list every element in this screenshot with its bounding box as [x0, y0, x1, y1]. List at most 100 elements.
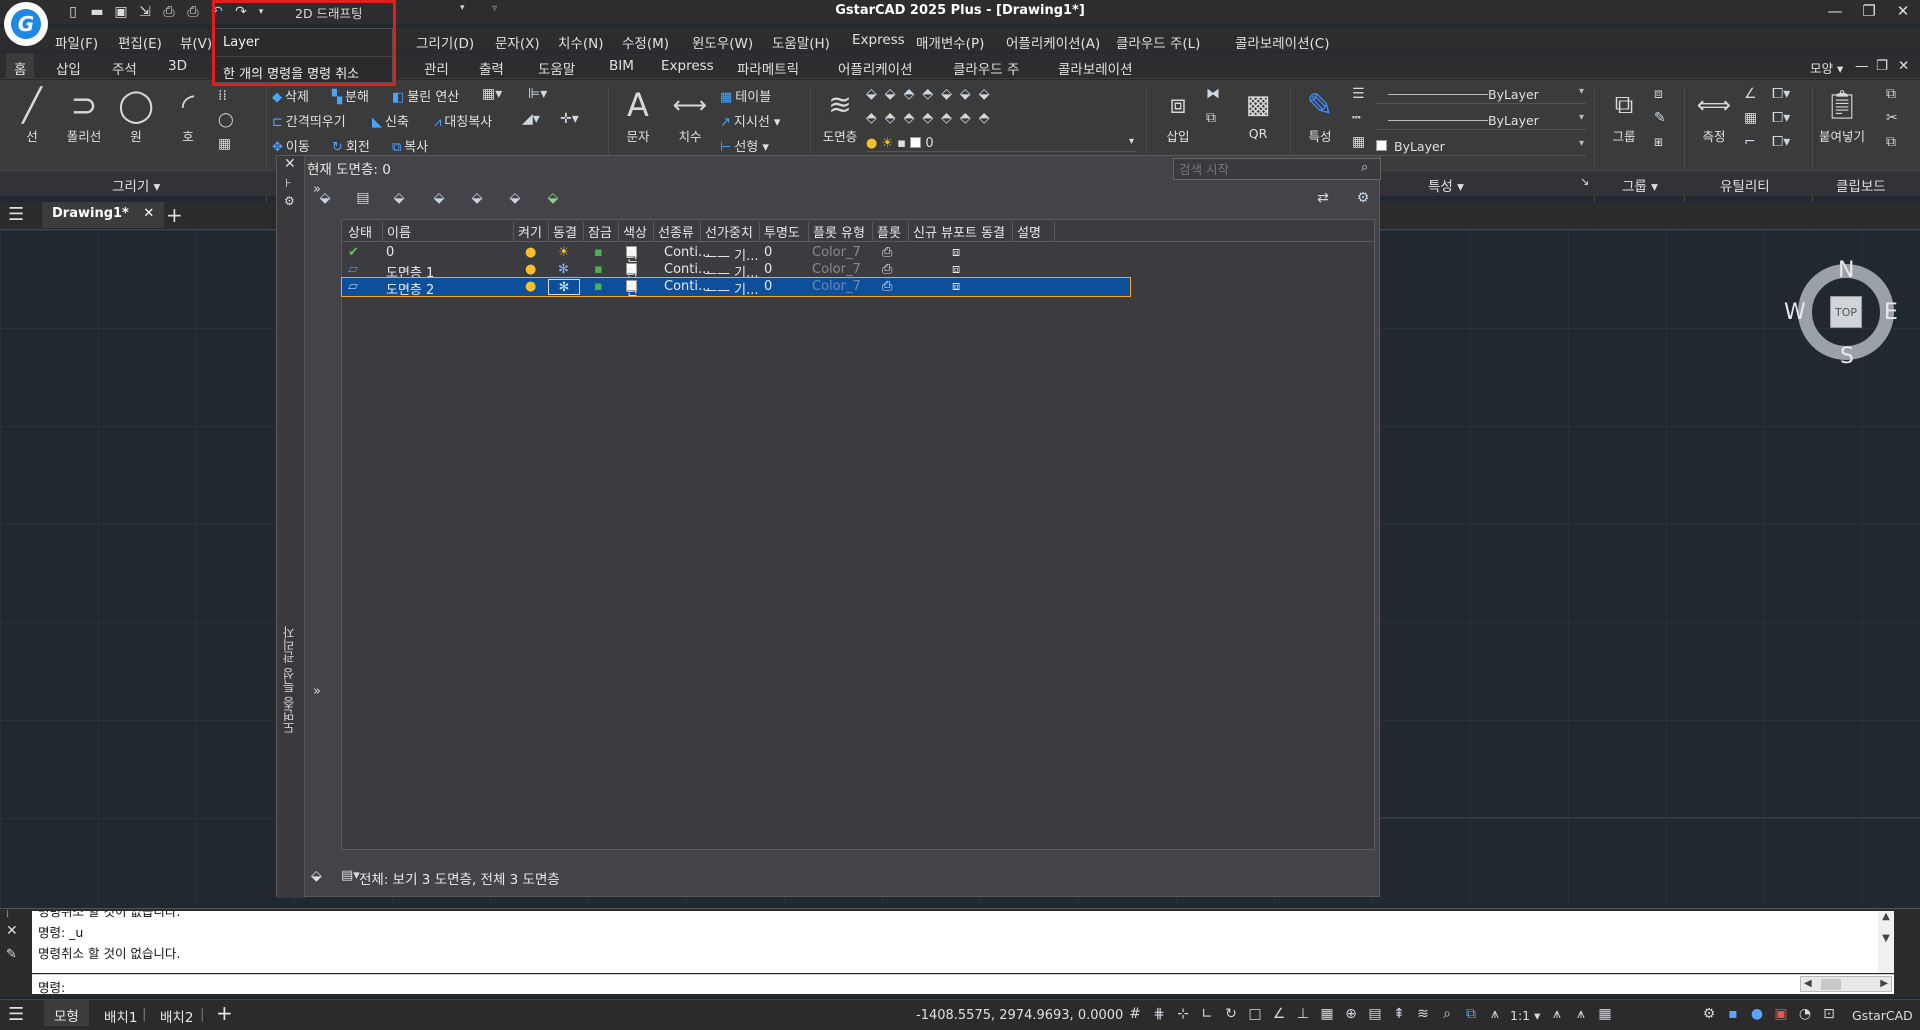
- filter-icon[interactable]: ⧠▾: [1772, 134, 1790, 150]
- filter-list-icon[interactable]: ▤▾: [341, 868, 360, 883]
- unlock-icon[interactable]: ▪: [594, 262, 603, 277]
- linetype-dropdown[interactable]: ByLayer ▾: [1376, 110, 1586, 130]
- annotation-auto-scale-icon[interactable]: ⩚: [1548, 1006, 1566, 1022]
- zoom-icon[interactable]: ⌕: [1438, 1006, 1456, 1022]
- hardware-acceleration-icon[interactable]: ▣: [1772, 1006, 1790, 1022]
- layer-walk-icon[interactable]: ⬙: [979, 86, 990, 102]
- ortho-icon[interactable]: ∟: [1198, 1006, 1216, 1022]
- copy-clip-icon[interactable]: ⧉: [1886, 86, 1896, 102]
- tab-home[interactable]: 홈: [6, 53, 35, 79]
- insert-block-tool[interactable]: ⧈ 삽입: [1152, 84, 1204, 145]
- workspace-icon[interactable]: ⧉: [1462, 1006, 1480, 1022]
- auto-hide-icon[interactable]: ⊦: [285, 176, 291, 190]
- panel-launcher-icon[interactable]: ↘: [1580, 175, 1589, 188]
- color-dropdown[interactable]: ByLayer ▾: [1376, 136, 1586, 156]
- circle-tool[interactable]: ◯ 원: [110, 84, 162, 145]
- col-new-vp-freeze[interactable]: 신규 뷰포트 동결: [908, 222, 1005, 241]
- line-tool[interactable]: ╱ 선: [6, 84, 58, 145]
- tab-help[interactable]: 도움말: [538, 58, 575, 78]
- redo-icon[interactable]: ↷: [232, 3, 250, 21]
- col-plot-style[interactable]: 플롯 유형: [808, 222, 865, 241]
- grid-icon[interactable]: #: [1126, 1006, 1144, 1022]
- tab-layout1[interactable]: 배치1: [104, 1006, 137, 1026]
- quick-select-icon[interactable]: ⧠▾: [1772, 110, 1790, 126]
- save-as-icon[interactable]: ⇲: [136, 3, 154, 21]
- properties-tool[interactable]: ✎ 특성: [1294, 84, 1346, 145]
- menu-window[interactable]: 윈도우(W): [692, 32, 753, 52]
- layer-off-icon[interactable]: ⬙: [885, 86, 896, 102]
- layer-lock-icon[interactable]: ⬙: [941, 86, 952, 102]
- printer-icon[interactable]: ⎙: [882, 279, 892, 294]
- close-command-icon[interactable]: ✕: [6, 923, 18, 939]
- viewcube-top-face[interactable]: TOP: [1830, 296, 1862, 328]
- col-status[interactable]: 상태: [344, 222, 372, 241]
- col-color[interactable]: 색상: [618, 222, 647, 241]
- compass-west[interactable]: W: [1784, 300, 1806, 325]
- annotation-add-icon[interactable]: ⩚: [1572, 1006, 1590, 1022]
- new-group-filter-icon[interactable]: ▤: [353, 190, 373, 208]
- tab-manage[interactable]: 관리: [424, 58, 449, 78]
- vp-freeze-icon[interactable]: ⧈: [952, 245, 960, 260]
- group-select-icon[interactable]: ⧆: [1654, 134, 1663, 150]
- close-icon[interactable]: ✕: [1894, 2, 1912, 20]
- annotation-visibility-icon[interactable]: ⩚: [1486, 1006, 1504, 1022]
- layer-match-icon[interactable]: ⬙: [960, 86, 971, 102]
- compass-north[interactable]: N: [1838, 258, 1854, 283]
- polyline-tool[interactable]: ⊃ 폴리선: [58, 84, 110, 145]
- palette-settings-icon[interactable]: ⚙: [284, 194, 295, 208]
- lock-ui-icon[interactable]: ▪: [1724, 1006, 1742, 1022]
- command-customize-icon[interactable]: ✎: [6, 947, 17, 962]
- linetype-icon[interactable]: ┅: [1352, 110, 1360, 126]
- layer-delete-icon[interactable]: ⬘: [960, 110, 971, 126]
- dynamic-input-icon[interactable]: ▦: [1318, 1006, 1336, 1022]
- qr-tool[interactable]: ▩ QR: [1232, 84, 1284, 141]
- cut-icon[interactable]: ✂: [1886, 110, 1898, 126]
- layer-states-icon[interactable]: ⬙: [311, 868, 322, 884]
- menu-draw[interactable]: 그리기(D): [416, 32, 474, 52]
- layer-name[interactable]: 0: [386, 245, 394, 260]
- layer-transparency[interactable]: 0: [764, 279, 772, 294]
- cloud-sync-icon[interactable]: ⊡: [1820, 1006, 1838, 1022]
- clean-screen-icon[interactable]: ◔: [1796, 1006, 1814, 1022]
- layer-states-manager-icon[interactable]: ⬙: [389, 190, 409, 208]
- tab-cloud[interactable]: 클라우드 주: [953, 58, 1019, 78]
- app-logo[interactable]: G: [4, 2, 48, 46]
- tab-3d[interactable]: 3D: [168, 58, 187, 74]
- restore-icon[interactable]: ❐: [1860, 2, 1878, 20]
- panel-draw-title[interactable]: 그리기 ▾: [112, 175, 160, 195]
- ungroup-icon[interactable]: ⧈: [1654, 86, 1663, 102]
- selection-cycling-icon[interactable]: ▤: [1366, 1006, 1384, 1022]
- tab-output[interactable]: 출력: [479, 58, 504, 78]
- rotate-tool[interactable]: ↻ 회전: [332, 136, 370, 155]
- close-palette-icon[interactable]: ✕: [284, 156, 296, 172]
- array-icon[interactable]: ▦▾: [482, 86, 502, 102]
- tab-annotate[interactable]: 주석: [112, 58, 137, 78]
- layer-row[interactable]: ▱ 도면층 1 ● ✻ ▪ 흰 Conti... —— 기... 0 Color…: [342, 261, 1130, 282]
- point-icon[interactable]: ⁞⁞: [218, 88, 227, 104]
- horizontal-scrollbar[interactable]: ◀ ▶: [1800, 976, 1892, 992]
- tab-collaboration[interactable]: 콜라보레이션: [1058, 58, 1133, 78]
- expand-filters-bottom-icon[interactable]: »: [313, 684, 321, 699]
- offset-tool[interactable]: ⊏ 간격띄우기: [272, 111, 346, 130]
- paste-tool[interactable]: 📋︎ 붙여넣기: [1816, 84, 1868, 145]
- layer-unisolate-icon[interactable]: ⬘: [885, 110, 896, 126]
- save-icon[interactable]: ▣: [112, 3, 130, 21]
- close-tab-icon[interactable]: ✕: [143, 206, 154, 221]
- layer-name[interactable]: 도면층 2: [386, 279, 434, 298]
- panel-clipboard-title[interactable]: 클립보드: [1836, 175, 1886, 195]
- menu-cloud[interactable]: 클라우드 주(L): [1116, 32, 1200, 52]
- command-input[interactable]: 명령:: [32, 974, 1894, 995]
- block-edit-icon[interactable]: ⧓: [1206, 86, 1220, 102]
- customize-qat-icon[interactable]: ▿: [492, 3, 497, 14]
- col-name[interactable]: 이름: [382, 222, 411, 241]
- block-attribute-icon[interactable]: ⧉: [1206, 110, 1216, 126]
- layer-merge-icon[interactable]: ⬘: [941, 110, 952, 126]
- document-tab[interactable]: Drawing1* ✕: [42, 202, 165, 228]
- compass-east[interactable]: E: [1884, 300, 1898, 325]
- workspace-selector[interactable]: 2D 드래프팅 ▾: [295, 3, 465, 22]
- ellipse-icon[interactable]: ◯: [218, 112, 234, 128]
- selection-filter-icon[interactable]: ⇞: [1390, 1006, 1408, 1022]
- col-linetype[interactable]: 선종류: [653, 222, 694, 241]
- layer-status-icon[interactable]: ≋: [1414, 1006, 1432, 1022]
- col-freeze[interactable]: 동결: [548, 222, 577, 241]
